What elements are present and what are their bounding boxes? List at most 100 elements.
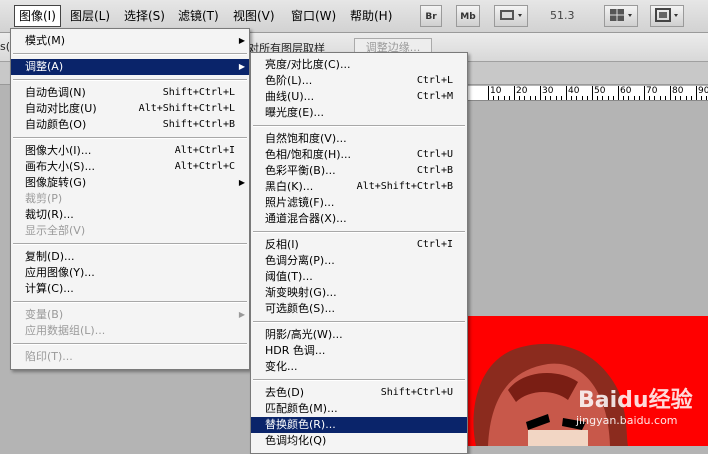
menu-item-去色[interactable]: 去色(D) Shift+Ctrl+U xyxy=(251,385,467,401)
menu-image[interactable]: 图像(I) xyxy=(14,5,61,27)
menu-item-替换颜色[interactable]: 替换颜色(R)... xyxy=(251,417,467,433)
ruler-minor-tick xyxy=(602,96,604,100)
menu-item-色调分离[interactable]: 色调分离(P)... xyxy=(251,253,467,269)
menu-item-调整[interactable]: 调整(A) ▶ xyxy=(11,59,249,75)
menu-item-通道混合器[interactable]: 通道混合器(X)... xyxy=(251,211,467,227)
menu-item-亮度-对比度[interactable]: 亮度/对比度(C)... xyxy=(251,57,467,73)
menu-item-匹配颜色[interactable]: 匹配颜色(M)... xyxy=(251,401,467,417)
menu-item-label: 自动对比度(U) xyxy=(25,102,97,115)
menu-item-label: 图像旋转(G) xyxy=(25,176,87,189)
menu-item-变化[interactable]: 变化... xyxy=(251,359,467,375)
menu-item-label: 变量(B) xyxy=(25,308,64,321)
menu-item-shortcut: Ctrl+B xyxy=(416,165,453,176)
menu-item-label: 曲线(U)... xyxy=(265,90,315,103)
menu-item-应用数据组: 应用数据组(L)... xyxy=(11,323,249,339)
menu-item-shortcut: Alt+Ctrl+I xyxy=(174,145,235,156)
menu-item-照片滤镜[interactable]: 照片滤镜(F)... xyxy=(251,195,467,211)
menu-view[interactable]: 视图(V) xyxy=(229,6,279,26)
menu-item-label: 裁剪(P) xyxy=(25,192,63,205)
screen-mode-button[interactable] xyxy=(650,5,684,27)
menu-filter[interactable]: 滤镜(T) xyxy=(174,6,223,26)
menu-item-label: 自动颜色(O) xyxy=(25,118,87,131)
menu-item-色相-饱和度[interactable]: 色相/饱和度(H)... Ctrl+U xyxy=(251,147,467,163)
menu-item-自动颜色[interactable]: 自动颜色(O) Shift+Ctrl+B xyxy=(11,117,249,133)
menu-select[interactable]: 选择(S) xyxy=(120,6,169,26)
ruler-label: 80 xyxy=(672,86,684,96)
film-icon xyxy=(500,10,522,20)
menu-item-shortcut: Alt+Shift+Ctrl+L xyxy=(138,103,235,114)
menu-item-图像大小[interactable]: 图像大小(I)... Alt+Ctrl+I xyxy=(11,143,249,159)
menu-item-显示全部: 显示全部(V) xyxy=(11,223,249,239)
menu-item-label: 模式(M) xyxy=(25,34,66,47)
menu-item-label: 色彩平衡(B)... xyxy=(265,164,336,177)
menu-item-图像旋转[interactable]: 图像旋转(G) ▶ xyxy=(11,175,249,191)
menu-item-自动色调[interactable]: 自动色调(N) Shift+Ctrl+L xyxy=(11,85,249,101)
menu-separator xyxy=(13,301,247,303)
screen-mode-icon xyxy=(655,8,678,22)
ruler-minor-tick xyxy=(597,96,599,100)
menu-item-shortcut: Alt+Shift+Ctrl+B xyxy=(356,181,453,192)
menu-item-色调均化[interactable]: 色调均化(Q) xyxy=(251,433,467,449)
menu-item-色阶[interactable]: 色阶(L)... Ctrl+L xyxy=(251,73,467,89)
menu-item-阴影-高光[interactable]: 阴影/高光(W)... xyxy=(251,327,467,343)
menu-item-label: 渐变映射(G)... xyxy=(265,286,337,299)
menu-window[interactable]: 窗口(W) xyxy=(287,6,340,26)
menu-item-曲线[interactable]: 曲线(U)... Ctrl+M xyxy=(251,89,467,105)
menu-item-label: 阴影/高光(W)... xyxy=(265,328,343,341)
menu-item-shortcut: Ctrl+L xyxy=(416,75,453,86)
submenu-arrow-icon: ▶ xyxy=(238,310,245,319)
ruler-minor-tick xyxy=(571,96,573,100)
menu-item-色彩平衡[interactable]: 色彩平衡(B)... Ctrl+B xyxy=(251,163,467,179)
menu-item-应用图像[interactable]: 应用图像(Y)... xyxy=(11,265,249,281)
menu-item-计算[interactable]: 计算(C)... xyxy=(11,281,249,297)
ruler-label: 20 xyxy=(516,86,528,96)
menu-separator xyxy=(253,379,465,381)
ruler-minor-tick xyxy=(560,96,562,100)
ruler-minor-tick xyxy=(638,96,640,100)
menu-item-label: 色调分离(P)... xyxy=(265,254,335,267)
ruler-minor-tick xyxy=(498,96,500,100)
menu-item-画布大小[interactable]: 画布大小(S)... Alt+Ctrl+C xyxy=(11,159,249,175)
menu-item-自然饱和度[interactable]: 自然饱和度(V)... xyxy=(251,131,467,147)
menu-separator xyxy=(253,125,465,127)
menu-item-label: 计算(C)... xyxy=(25,282,74,295)
menu-help[interactable]: 帮助(H) xyxy=(346,6,396,26)
ruler-label: 30 xyxy=(542,86,554,96)
mini-bridge-button[interactable]: Mb xyxy=(456,5,480,27)
menu-item-阈值[interactable]: 阈值(T)... xyxy=(251,269,467,285)
zoom-level[interactable]: 51.3 xyxy=(550,9,575,22)
ruler-minor-tick xyxy=(675,96,677,100)
menu-item-黑白[interactable]: 黑白(K)... Alt+Shift+Ctrl+B xyxy=(251,179,467,195)
ruler-minor-tick xyxy=(534,96,536,100)
menu-item-hdr-色调[interactable]: HDR 色调... xyxy=(251,343,467,359)
menu-item-label: 照片滤镜(F)... xyxy=(265,196,335,209)
options-fragment: s( xyxy=(0,40,11,53)
menu-item-可选颜色[interactable]: 可选颜色(S)... xyxy=(251,301,467,317)
ruler-minor-tick xyxy=(706,96,708,100)
menu-item-label: 反相(I) xyxy=(265,238,299,251)
ruler-minor-tick xyxy=(649,96,651,100)
menu-item-label: 可选颜色(S)... xyxy=(265,302,336,315)
menu-item-反相[interactable]: 反相(I) Ctrl+I xyxy=(251,237,467,253)
menu-item-label: 变化... xyxy=(265,360,298,373)
menu-item-label: 应用图像(Y)... xyxy=(25,266,95,279)
menu-item-渐变映射[interactable]: 渐变映射(G)... xyxy=(251,285,467,301)
grid-icon xyxy=(610,9,632,21)
arrange-documents-button[interactable] xyxy=(604,5,638,27)
menu-item-label: 自然饱和度(V)... xyxy=(265,132,347,145)
ruler-minor-tick xyxy=(503,96,505,100)
bridge-button[interactable]: Br xyxy=(420,5,442,27)
ruler-label: 70 xyxy=(646,86,658,96)
view-extras-button[interactable] xyxy=(494,5,528,27)
menu-item-曝光度[interactable]: 曝光度(E)... xyxy=(251,105,467,121)
menu-item-label: 应用数据组(L)... xyxy=(25,324,106,337)
menu-item-label: 色调均化(Q) xyxy=(265,434,327,447)
menu-item-自动对比度[interactable]: 自动对比度(U) Alt+Shift+Ctrl+L xyxy=(11,101,249,117)
menu-layer[interactable]: 图层(L) xyxy=(66,6,114,26)
menu-item-模式[interactable]: 模式(M) ▶ xyxy=(11,33,249,49)
ruler-minor-tick xyxy=(685,96,687,100)
ruler-label: 60 xyxy=(620,86,632,96)
menu-item-裁切[interactable]: 裁切(R)... xyxy=(11,207,249,223)
menu-item-label: 裁切(R)... xyxy=(25,208,74,221)
menu-item-复制[interactable]: 复制(D)... xyxy=(11,249,249,265)
